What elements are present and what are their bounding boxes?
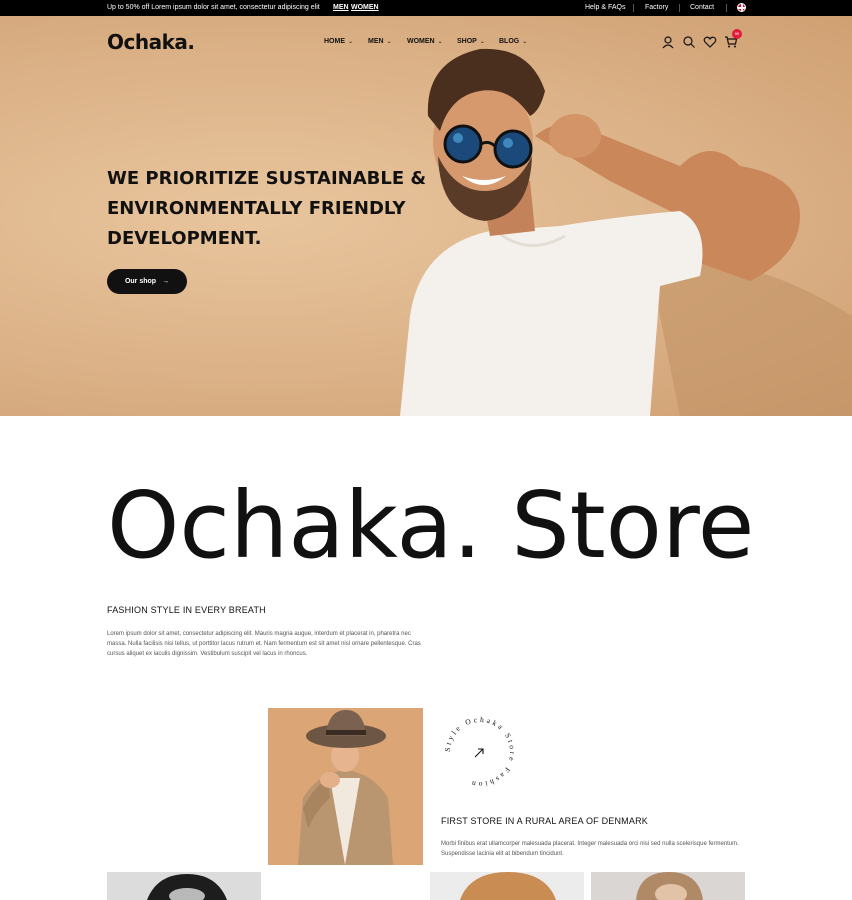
arrow-right-icon: → — [162, 278, 170, 285]
cart-count-badge: 99 — [732, 29, 742, 39]
woman-hat-photo — [268, 708, 423, 865]
nav-item-label: MEN — [368, 38, 384, 45]
language-flag-icon[interactable] — [737, 3, 746, 12]
gallery-thumbnail[interactable] — [107, 872, 261, 900]
hero-headline: WE PRIORITIZE SUSTAINABLE & ENVIRONMENTA… — [107, 164, 427, 254]
nav-item-shop[interactable]: SHOP ⌄ — [457, 38, 485, 45]
nav-item-men[interactable]: MEN ⌄ — [368, 38, 392, 45]
wishlist-heart-icon[interactable] — [703, 35, 717, 49]
top-announcement-bar: Up to 50% off Lorem ipsum dolor sit amet… — [0, 0, 852, 16]
factory-link[interactable]: Factory — [645, 4, 668, 11]
our-shop-button-label: Our shop — [124, 278, 157, 285]
hero-headline-line: ENVIRONMENTALLY FRIENDLY — [107, 198, 406, 219]
arrow-up-right-icon — [474, 748, 484, 758]
divider — [633, 4, 634, 12]
search-icon[interactable] — [682, 35, 696, 49]
contact-link[interactable]: Contact — [690, 4, 714, 11]
nav-item-women[interactable]: WOMEN ⌄ — [407, 38, 443, 45]
promo-text: Up to 50% off Lorem ipsum dolor sit amet… — [107, 4, 320, 11]
first-store-description: Morbi finibus erat ullamcorper malesuada… — [441, 841, 739, 857]
chevron-down-icon: ⌄ — [348, 39, 354, 45]
chevron-down-icon: ⌄ — [522, 39, 528, 45]
promo-link-men[interactable]: MEN — [333, 4, 349, 11]
nav-item-label: SHOP — [457, 38, 477, 45]
nav-item-label: HOME — [324, 38, 345, 45]
first-store-title: FIRST STORE IN A RURAL AREA OF DENMARK — [441, 816, 648, 826]
store-title: Ochaka. Store — [107, 472, 755, 579]
hero-model-image — [400, 48, 852, 416]
hero-headline-line: WE PRIORITIZE SUSTAINABLE & — [107, 168, 427, 189]
gallery-thumbnail[interactable] — [430, 872, 584, 900]
gallery-thumbnail[interactable] — [591, 872, 745, 900]
divider — [726, 4, 727, 12]
nav-item-label: BLOG — [499, 38, 520, 45]
hero-banner: Ochaka. HOME ⌄ MEN ⌄ WOMEN ⌄ SHOP ⌄ BLOG ⌄ 99… — [0, 16, 852, 416]
chevron-down-icon: ⌄ — [386, 39, 392, 45]
promo-link-women[interactable]: WOMEN — [351, 4, 379, 11]
nav-item-label: WOMEN — [407, 38, 435, 45]
divider — [679, 4, 680, 12]
nav-item-home[interactable]: HOME ⌄ — [324, 38, 353, 45]
chevron-down-icon: ⌄ — [437, 39, 443, 45]
hero-headline-line: DEVELOPMENT. — [107, 228, 262, 249]
help-faqs-link[interactable]: Help & FAQs — [585, 4, 625, 11]
site-logo[interactable]: Ochaka. — [107, 30, 195, 54]
nav-item-blog[interactable]: BLOG ⌄ — [499, 38, 527, 45]
rotating-text-badge[interactable]: Style Ochaka Store Fashion — [440, 712, 520, 792]
store-subtitle: FASHION STYLE IN EVERY BREATH — [107, 605, 266, 615]
chevron-down-icon: ⌄ — [479, 39, 485, 45]
user-icon[interactable] — [661, 35, 675, 49]
our-shop-button[interactable]: Our shop → — [107, 269, 187, 294]
store-description: Lorem ipsum dolor sit amet, consectetur … — [107, 631, 421, 657]
